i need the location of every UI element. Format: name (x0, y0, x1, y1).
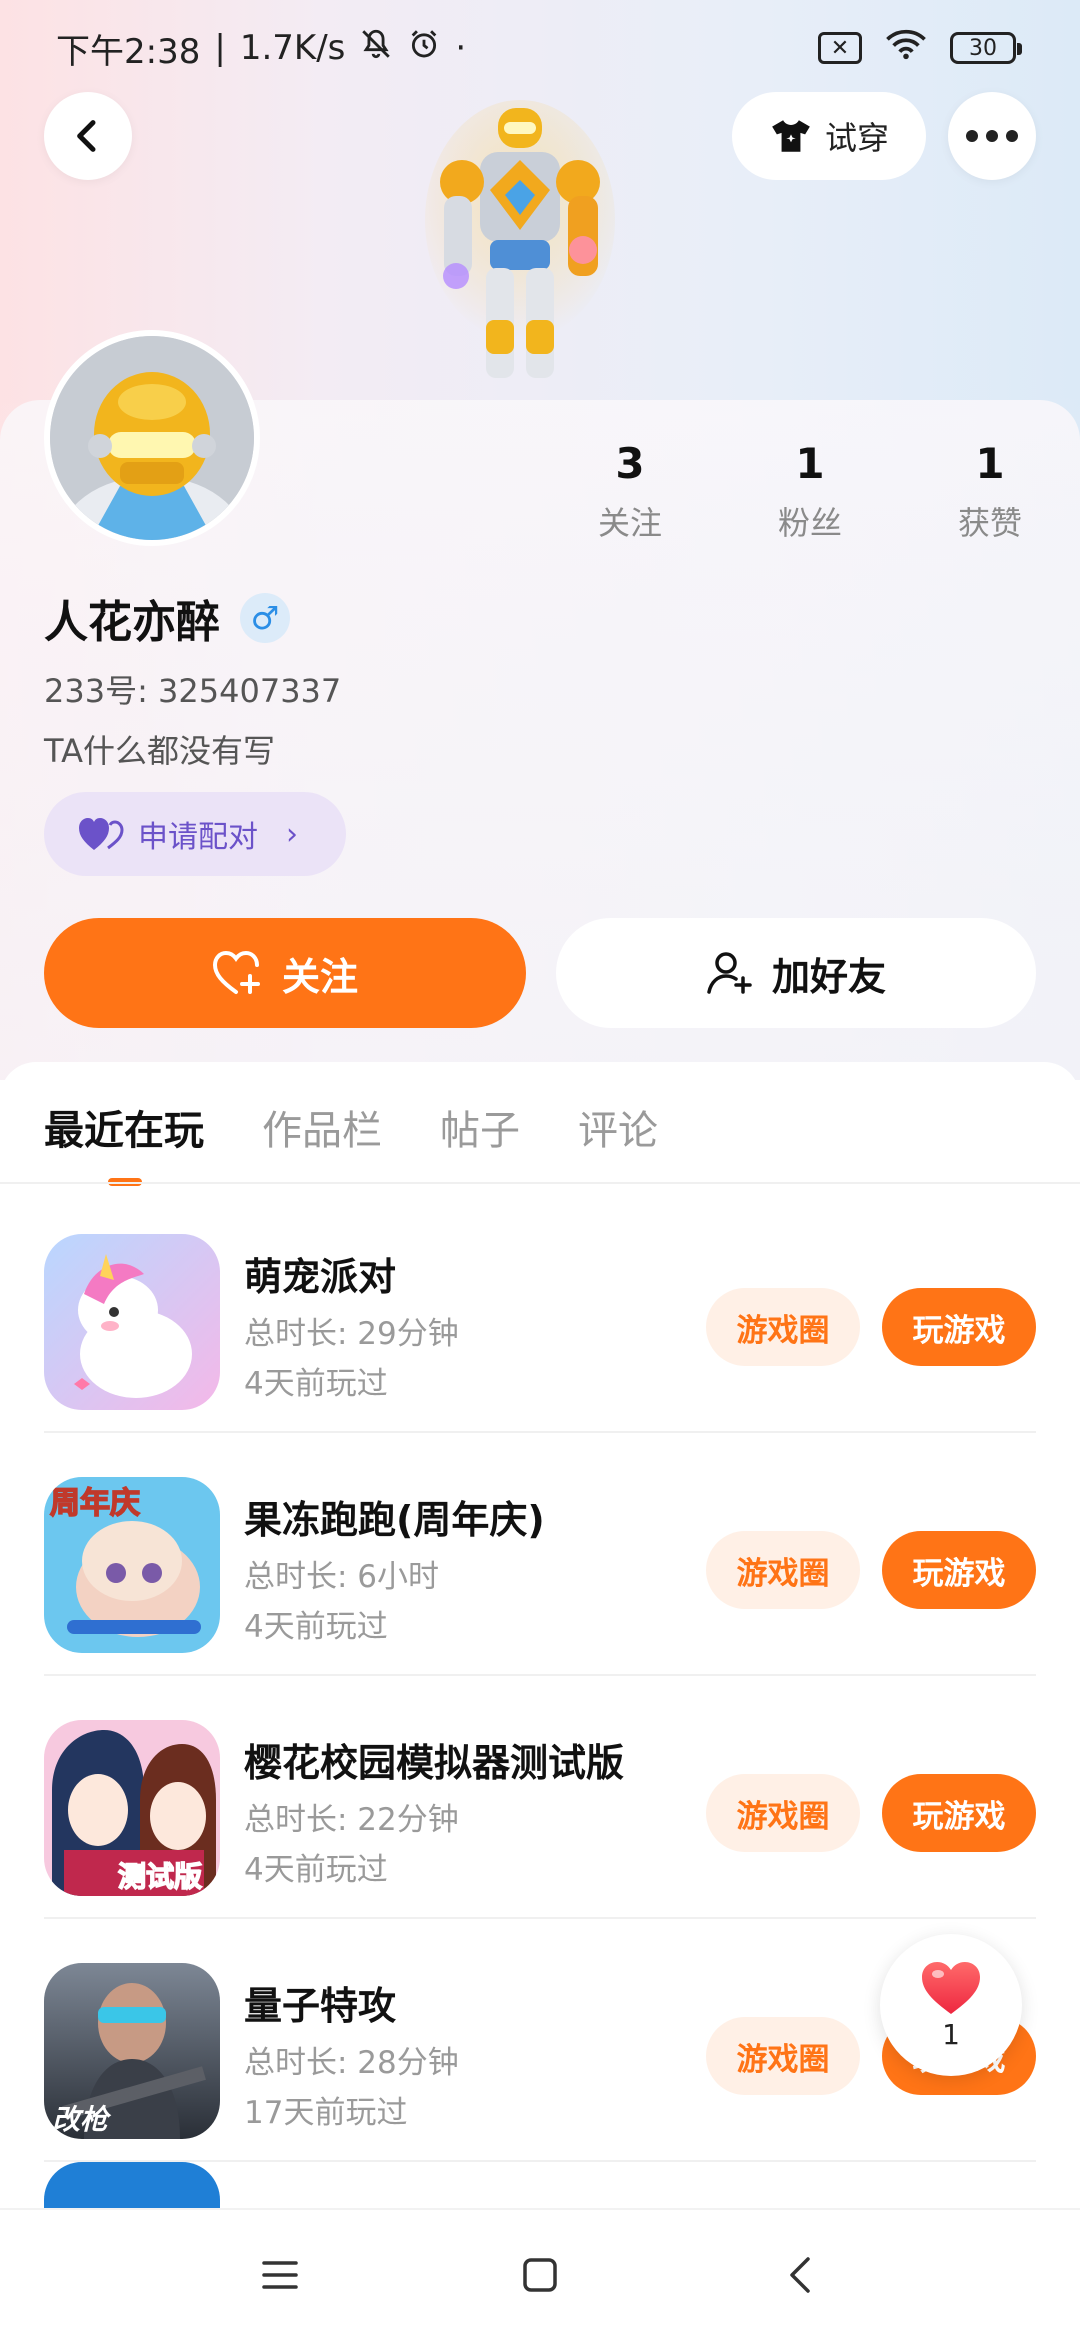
game-icon-text: 测试版 (118, 1860, 202, 1893)
more-button[interactable] (948, 92, 1036, 180)
fans-count: 1 (795, 439, 825, 488)
status-left: 下午2:38 | 1.7K/s · (56, 24, 466, 73)
following-count: 3 (615, 439, 645, 488)
name-row: 人花亦醉 ♂ (44, 586, 290, 650)
tab-works[interactable]: 作品栏 (262, 1098, 382, 1186)
game-last-played: 4天前玩过 (244, 1852, 388, 1888)
tab-recently-played-label: 最近在玩 (44, 1108, 204, 1154)
status-time: 下午2:38 (56, 31, 201, 72)
back-button[interactable] (44, 92, 132, 180)
following-label: 关注 (597, 504, 662, 542)
nav-back-button[interactable] (760, 2235, 840, 2315)
robot-outfit-figure (425, 100, 615, 378)
net-speed: 1.7K/s (239, 28, 346, 68)
tab-comments[interactable]: 评论 (578, 1098, 658, 1186)
alarm-icon (407, 27, 441, 70)
male-icon: ♂ (240, 593, 290, 643)
nav-home-button[interactable] (500, 2235, 580, 2315)
status-separator: | (214, 28, 226, 68)
tabs-divider (0, 1182, 1080, 1184)
heart-pair-icon (79, 818, 124, 850)
likes-label: 获赞 (957, 504, 1022, 542)
game-duration: 总时长: 6小时 (244, 1559, 440, 1595)
shirt-icon (772, 120, 810, 152)
sim-x-icon: ✕ (818, 32, 862, 64)
status-bar: 下午2:38 | 1.7K/s · ✕ 30 (0, 0, 1080, 96)
mute-icon (359, 27, 393, 70)
list-divider (44, 2160, 1036, 2162)
game-circle-button[interactable]: 游戏圈 (706, 1774, 860, 1852)
system-nav-bar (0, 2208, 1080, 2340)
stat-following[interactable]: 3 关注 (540, 436, 720, 544)
game-circle-button[interactable]: 游戏圈 (706, 1531, 860, 1609)
profile-stats: 3 关注 1 粉丝 1 获赞 (540, 436, 1080, 544)
game-duration: 总时长: 22分钟 (244, 1802, 459, 1838)
game-name: 萌宠派对 (244, 1255, 397, 1299)
menu-icon (262, 2261, 298, 2289)
back-triangle-icon (790, 2257, 810, 2293)
chevron-right-icon: › (286, 816, 298, 852)
add-friend-label: 加好友 (771, 954, 886, 999)
status-right: ✕ 30 (818, 27, 1022, 70)
play-game-button[interactable]: 玩游戏 (882, 1288, 1036, 1366)
status-dot: · (455, 28, 467, 68)
user-id: 233号: 325407337 (44, 672, 342, 710)
game-last-played: 4天前玩过 (244, 1366, 388, 1402)
battery-icon: 30 (950, 32, 1022, 64)
game-item[interactable]: 测试版 樱花校园模拟器测试版 总时长: 22分钟 4天前玩过 游戏圈 玩游戏 (0, 1676, 1080, 1919)
like-floating-button[interactable]: 1 (880, 1934, 1022, 2076)
tab-posts-label: 帖子 (440, 1108, 520, 1154)
game-name: 果冻跑跑(周年庆) (244, 1498, 545, 1542)
play-game-button[interactable]: 玩游戏 (882, 1531, 1036, 1609)
add-friend-icon (707, 952, 752, 994)
play-game-button[interactable]: 玩游戏 (882, 1774, 1036, 1852)
wifi-icon (884, 27, 928, 70)
home-square-icon (523, 2258, 557, 2292)
like-count: 1 (942, 2017, 960, 2051)
game-icon-text: 周年庆 (50, 1486, 140, 1521)
game-icon-pet-party[interactable] (44, 1234, 220, 1410)
more-dots-icon (966, 130, 1018, 142)
nav-menu-button[interactable] (240, 2235, 320, 2315)
chevron-left-icon (77, 120, 96, 152)
game-last-played: 4天前玩过 (244, 1609, 388, 1645)
apply-pair-label: 申请配对 (138, 820, 258, 855)
game-duration: 总时长: 28分钟 (244, 2045, 459, 2081)
try-on-button[interactable]: 试穿 (732, 92, 926, 180)
game-item[interactable]: 周年庆 果冻跑跑(周年庆) 总时长: 6小时 4天前玩过 游戏圈 玩游戏 (0, 1433, 1080, 1676)
tab-works-label: 作品栏 (262, 1108, 382, 1154)
game-duration: 总时长: 29分钟 (244, 1316, 459, 1352)
fans-label: 粉丝 (777, 504, 842, 542)
heart-plus-icon (212, 950, 260, 994)
apply-pair-button[interactable]: 申请配对 › (44, 792, 346, 876)
tab-recently-played[interactable]: 最近在玩 (44, 1098, 204, 1186)
stat-fans[interactable]: 1 粉丝 (720, 436, 900, 544)
game-name: 量子特攻 (244, 1984, 397, 2028)
game-item[interactable]: 萌宠派对 总时长: 29分钟 4天前玩过 游戏圈 玩游戏 (0, 1190, 1080, 1433)
game-circle-button[interactable]: 游戏圈 (706, 1288, 860, 1366)
game-last-played: 17天前玩过 (244, 2095, 408, 2131)
heart-icon (922, 1961, 980, 2014)
tab-posts[interactable]: 帖子 (440, 1098, 520, 1186)
game-icon-text: 改枪 (52, 2103, 112, 2136)
follow-button[interactable]: 关注 (44, 918, 526, 1028)
add-friend-button[interactable]: 加好友 (556, 918, 1036, 1028)
tab-bar: 最近在玩 作品栏 帖子 评论 (44, 1098, 658, 1186)
likes-count: 1 (975, 439, 1005, 488)
game-icon-sakura-school[interactable]: 测试版 (44, 1720, 220, 1896)
game-icon-jelly-run[interactable]: 周年庆 (44, 1477, 220, 1653)
game-icon-quantum-strike[interactable]: 改枪 (44, 1963, 220, 2139)
user-bio: TA什么都没有写 (44, 732, 275, 770)
game-name: 樱花校园模拟器测试版 (244, 1741, 625, 1785)
user-name: 人花亦醉 (44, 597, 220, 648)
tab-comments-label: 评论 (578, 1108, 658, 1154)
avatar[interactable] (44, 330, 260, 546)
follow-label: 关注 (281, 954, 358, 999)
game-circle-button[interactable]: 游戏圈 (706, 2017, 860, 2095)
stat-likes[interactable]: 1 获赞 (900, 436, 1080, 544)
try-on-label: 试穿 (824, 119, 889, 157)
